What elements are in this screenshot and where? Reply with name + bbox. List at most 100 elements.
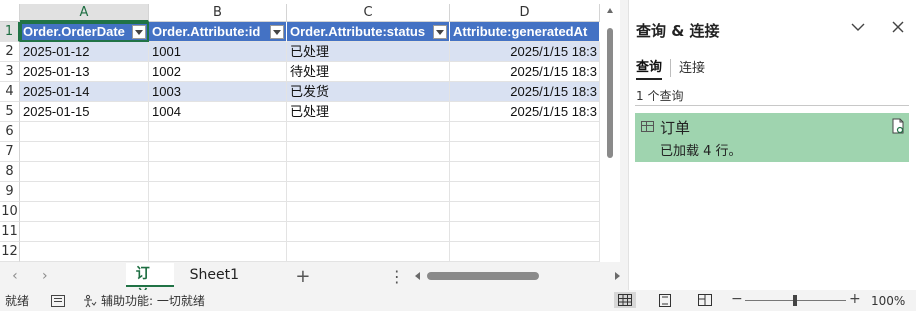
table-cell[interactable]: 1002 (149, 62, 287, 82)
table-cell[interactable]: 2025/1/15 18:3 (450, 102, 600, 122)
empty-cell[interactable] (450, 162, 600, 182)
query-item[interactable]: 订单 已加载 4 行。 (635, 113, 909, 162)
table-header-cell[interactable]: Order.Attribute:id (149, 22, 287, 42)
prev-sheet-icon[interactable]: ‹ (0, 268, 30, 284)
column-header-c[interactable]: C (287, 4, 450, 22)
table-cell[interactable]: 2025-01-14 (20, 82, 149, 102)
scroll-up-icon[interactable] (607, 8, 613, 13)
refresh-document-icon[interactable] (891, 118, 905, 134)
table-row: 2 2025-01-12 1001 已处理 2025/1/15 18:3 (0, 42, 604, 62)
empty-cell[interactable] (450, 122, 600, 142)
close-icon[interactable] (891, 20, 905, 34)
row-header[interactable]: 7 (0, 142, 20, 162)
empty-cell[interactable] (450, 142, 600, 162)
empty-cell[interactable] (149, 242, 287, 262)
horizontal-scroll-thumb[interactable] (426, 272, 539, 280)
horizontal-scrollbar[interactable] (414, 269, 620, 283)
more-options-icon[interactable]: ⋮ (387, 267, 407, 286)
row-header[interactable]: 3 (0, 62, 20, 82)
zoom-in-button[interactable]: + (849, 291, 861, 307)
table-cell[interactable]: 已发货 (287, 82, 450, 102)
vertical-scroll-thumb[interactable] (607, 28, 613, 158)
scroll-left-icon[interactable] (414, 272, 420, 280)
zoom-slider-thumb[interactable] (793, 295, 797, 306)
next-sheet-icon[interactable]: › (30, 268, 60, 284)
cell-mode-icon[interactable] (51, 294, 66, 307)
table-cell[interactable]: 已处理 (287, 102, 450, 122)
scroll-right-icon[interactable] (615, 272, 620, 280)
page-layout-button[interactable] (654, 292, 676, 308)
filter-dropdown-icon[interactable] (270, 25, 284, 39)
zoom-out-button[interactable]: − (731, 291, 743, 307)
table-header-cell[interactable]: Order.OrderDate (20, 22, 149, 42)
table-cell[interactable]: 2025-01-12 (20, 42, 149, 62)
zoom-level[interactable]: 100% (871, 294, 905, 308)
table-header-cell[interactable]: Order.Attribute:status (287, 22, 450, 42)
row-header[interactable]: 2 (0, 42, 20, 62)
select-all-corner[interactable] (0, 4, 20, 22)
tab-queries[interactable]: 查询 (636, 56, 663, 80)
table-cell[interactable]: 2025/1/15 18:3 (450, 42, 600, 62)
row-header[interactable]: 5 (0, 102, 20, 122)
row-header[interactable]: 11 (0, 222, 20, 242)
table-row: 10 (0, 202, 604, 222)
empty-cell[interactable] (20, 182, 149, 202)
table-cell[interactable]: 已处理 (287, 42, 450, 62)
row-header[interactable]: 4 (0, 82, 20, 102)
empty-cell[interactable] (20, 202, 149, 222)
page-break-button[interactable] (694, 292, 716, 308)
row-header[interactable]: 6 (0, 122, 20, 142)
row-header[interactable]: 8 (0, 162, 20, 182)
empty-cell[interactable] (287, 222, 450, 242)
row-header[interactable]: 10 (0, 202, 20, 222)
empty-cell[interactable] (149, 122, 287, 142)
row-header[interactable]: 12 (0, 242, 20, 262)
empty-cell[interactable] (149, 222, 287, 242)
table-cell[interactable]: 2025/1/15 18:3 (450, 82, 600, 102)
empty-cell[interactable] (287, 182, 450, 202)
table-cell[interactable]: 1004 (149, 102, 287, 122)
empty-cell[interactable] (287, 162, 450, 182)
empty-cell[interactable] (149, 202, 287, 222)
table-cell[interactable]: 2025/1/15 18:3 (450, 62, 600, 82)
normal-view-button[interactable] (614, 292, 636, 308)
empty-cell[interactable] (450, 182, 600, 202)
empty-cell[interactable] (20, 122, 149, 142)
empty-cell[interactable] (149, 142, 287, 162)
table-header-label: Order.Attribute:status (290, 24, 426, 39)
table-cell[interactable]: 1001 (149, 42, 287, 62)
filter-dropdown-icon[interactable] (433, 25, 447, 39)
row-header[interactable]: 9 (0, 182, 20, 202)
empty-cell[interactable] (287, 242, 450, 262)
sheet-tab-orders[interactable]: 订单 (125, 263, 174, 290)
empty-cell[interactable] (450, 222, 600, 242)
empty-cell[interactable] (450, 202, 600, 222)
empty-cell[interactable] (20, 242, 149, 262)
empty-cell[interactable] (450, 242, 600, 262)
empty-cell[interactable] (20, 162, 149, 182)
filter-dropdown-icon[interactable] (132, 25, 146, 39)
empty-cell[interactable] (287, 142, 450, 162)
table-cell[interactable]: 1003 (149, 82, 287, 102)
accessibility-status[interactable]: 辅助功能: 一切就绪 (101, 292, 205, 309)
column-header-a[interactable]: A (20, 4, 149, 22)
accessibility-icon[interactable] (83, 294, 97, 308)
column-header-b[interactable]: B (149, 4, 287, 22)
tab-connections[interactable]: 连接 (679, 57, 705, 79)
add-sheet-button[interactable]: + (289, 266, 317, 287)
table-header-cell[interactable]: Attribute:generatedAt (450, 22, 600, 42)
empty-cell[interactable] (149, 182, 287, 202)
table-cell[interactable]: 待处理 (287, 62, 450, 82)
empty-cell[interactable] (287, 122, 450, 142)
table-cell[interactable]: 2025-01-15 (20, 102, 149, 122)
chevron-down-icon[interactable] (851, 22, 865, 32)
row-header[interactable]: 1 (0, 22, 20, 42)
empty-cell[interactable] (20, 142, 149, 162)
column-header-d[interactable]: D (450, 4, 600, 22)
empty-cell[interactable] (20, 222, 149, 242)
empty-cell[interactable] (149, 162, 287, 182)
vertical-scrollbar[interactable] (604, 8, 616, 252)
sheet-tab-sheet1[interactable]: Sheet1 (180, 264, 249, 288)
empty-cell[interactable] (287, 202, 450, 222)
table-cell[interactable]: 2025-01-13 (20, 62, 149, 82)
